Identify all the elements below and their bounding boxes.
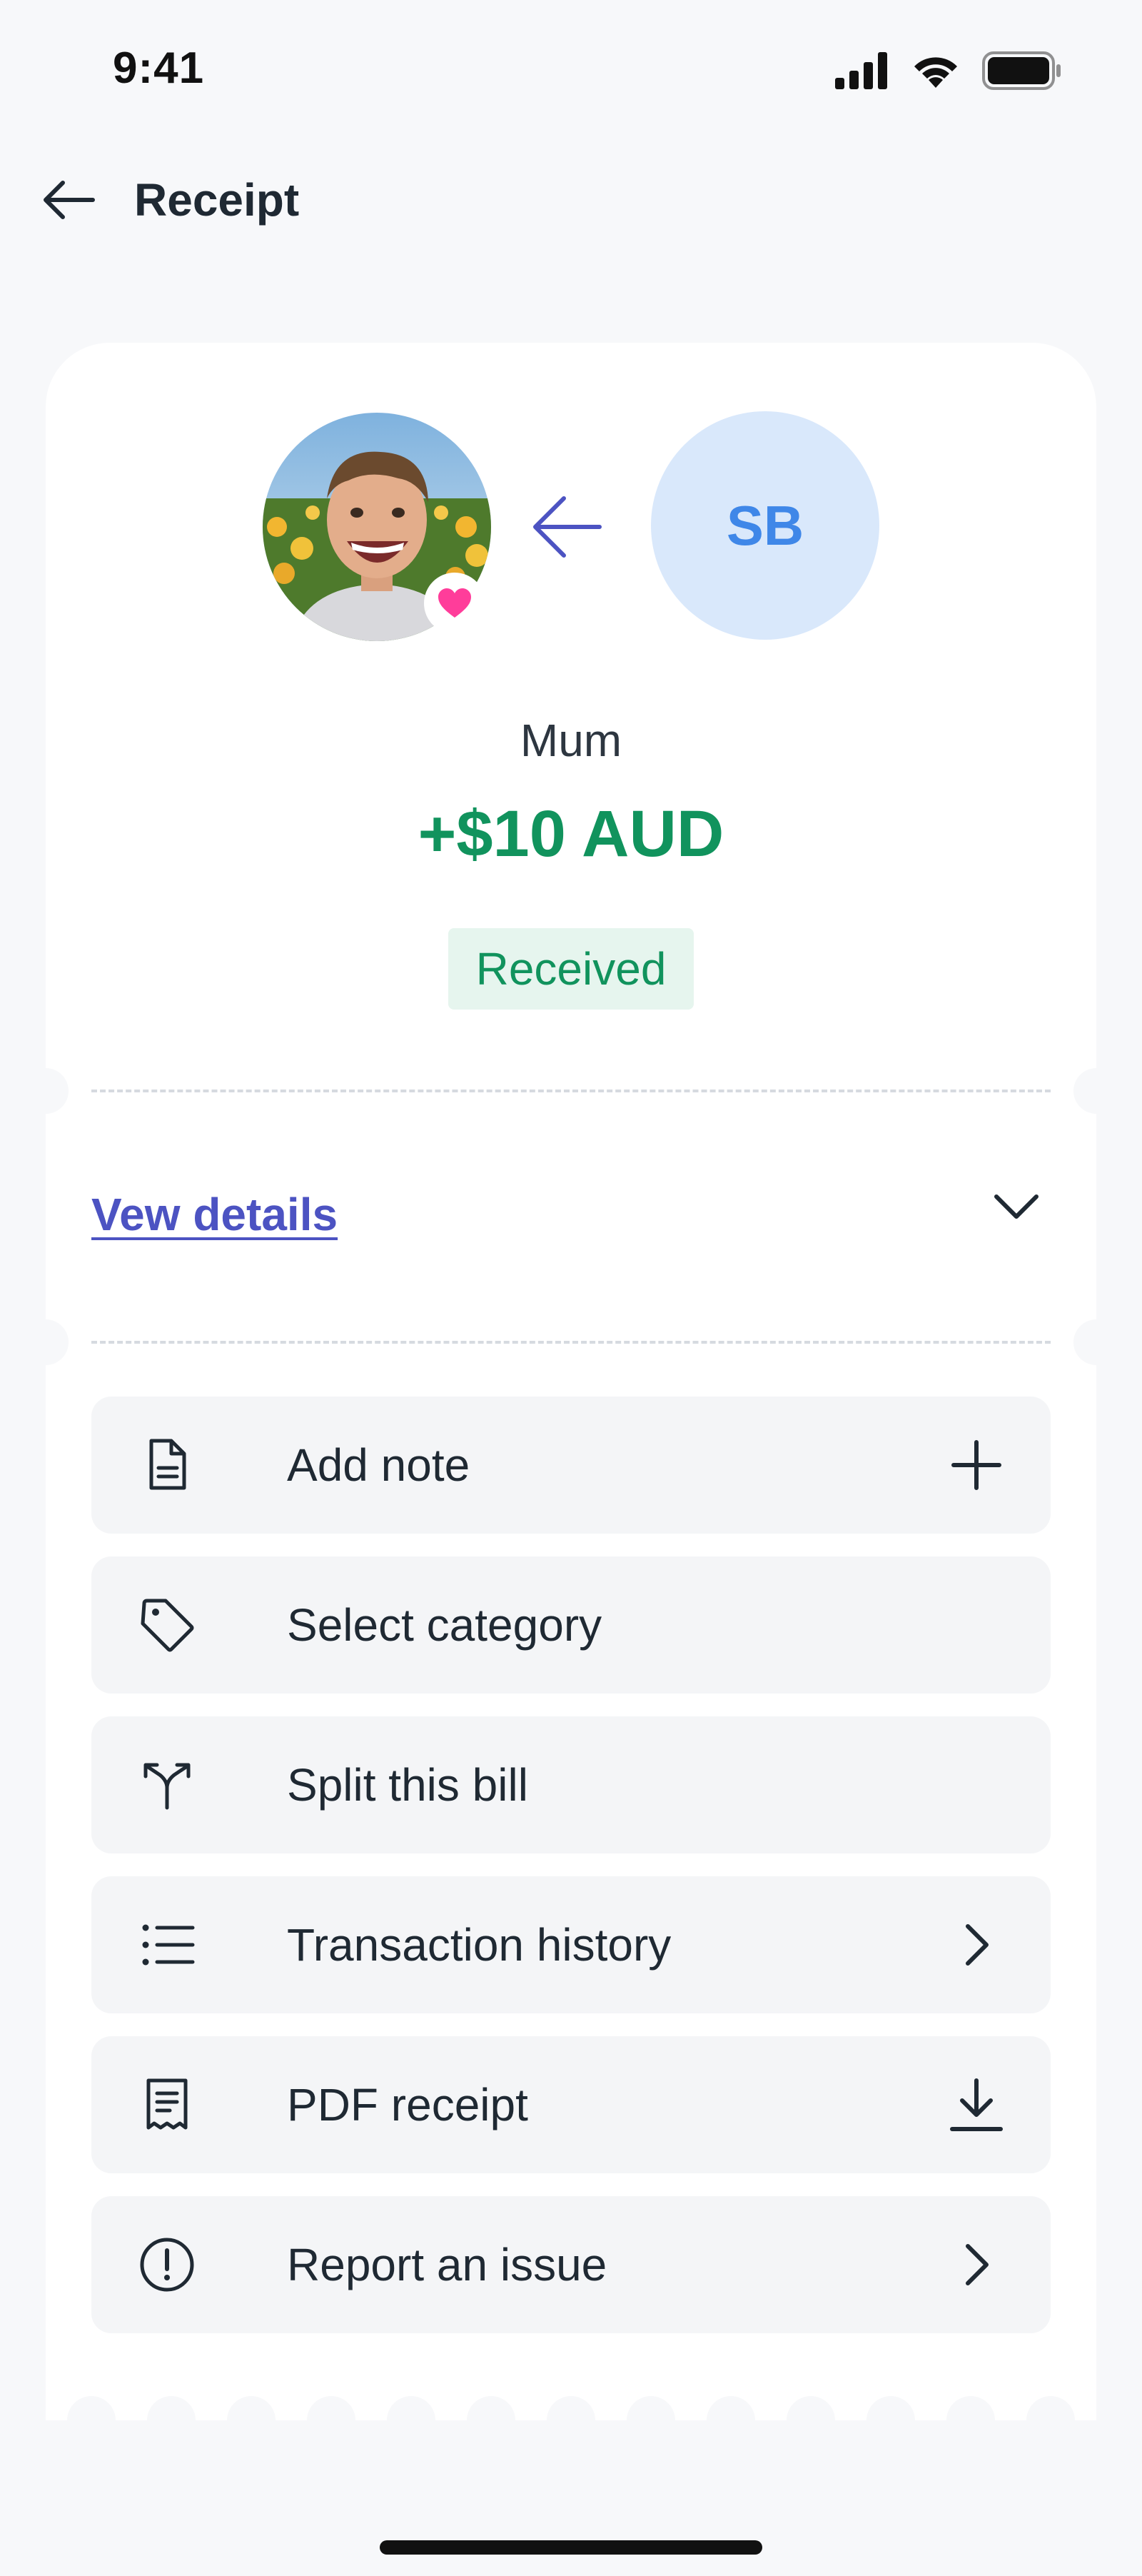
arrow-left-icon: [44, 181, 95, 219]
battery-icon: [982, 51, 1061, 90]
receipt-scalloped-edge: [67, 2396, 1075, 2420]
view-details-link[interactable]: Vew details: [91, 1188, 338, 1241]
wifi-icon: [914, 57, 957, 88]
receipt-icon: [146, 2078, 188, 2130]
ticket-notch-left: [23, 1068, 69, 1114]
sender-name: Mum: [520, 715, 622, 766]
ticket-notch-right: [1073, 1068, 1119, 1114]
heart-icon: [438, 588, 471, 618]
status-badge: Received: [448, 928, 694, 1010]
page-title: Receipt: [134, 174, 300, 226]
status-time: 9:41: [113, 44, 205, 93]
home-indicator: [380, 2540, 762, 2555]
ticket-notch-left: [23, 1319, 69, 1365]
download-icon: [950, 2078, 1003, 2131]
chevron-right-icon: [966, 2244, 989, 2285]
receipt-screen: 9:41 Receipt SB Mum +$10 AUD Received Ve…: [0, 0, 1142, 2576]
action-label: Transaction history: [287, 1919, 672, 1971]
incoming-arrow-icon: [533, 496, 602, 558]
transaction-amount: +$10 AUD: [418, 798, 724, 870]
note-icon: [149, 1439, 186, 1490]
add-note-button[interactable]: Add note: [91, 1397, 1051, 1534]
action-label: Add note: [287, 1439, 470, 1491]
back-button[interactable]: [40, 171, 97, 228]
report-issue-button[interactable]: Report an issue: [91, 2196, 1051, 2333]
sender-avatar-initials: SB: [651, 411, 879, 640]
pdf-receipt-button[interactable]: PDF receipt: [91, 2036, 1051, 2173]
cellular-signal-icon: [835, 52, 887, 89]
split-icon: [143, 1763, 191, 1810]
favorite-badge: [424, 573, 485, 634]
plus-icon: [951, 1440, 1001, 1490]
receipt-card: SB Mum +$10 AUD Received Vew details Add…: [23, 343, 1119, 2420]
chevron-down-icon[interactable]: [991, 1189, 1042, 1224]
action-label: Split this bill: [287, 1759, 528, 1811]
chevron-right-icon: [966, 1924, 989, 1966]
action-label: PDF receipt: [287, 2079, 528, 2130]
status-icons: [835, 51, 1062, 90]
perforation-divider: [91, 1090, 1051, 1092]
split-bill-button[interactable]: Split this bill: [91, 1716, 1051, 1853]
ticket-notch-right: [1073, 1319, 1119, 1365]
tag-icon: [141, 1599, 194, 1652]
action-label: Report an issue: [287, 2239, 607, 2290]
perforation-divider: [91, 1341, 1051, 1344]
select-category-button[interactable]: Select category: [91, 1556, 1051, 1694]
transaction-history-button[interactable]: Transaction history: [91, 1876, 1051, 2013]
list-icon: [142, 1924, 195, 1966]
top-bar: Receipt: [40, 171, 299, 228]
alert-circle-icon: [140, 2238, 194, 2292]
action-label: Select category: [287, 1599, 602, 1651]
